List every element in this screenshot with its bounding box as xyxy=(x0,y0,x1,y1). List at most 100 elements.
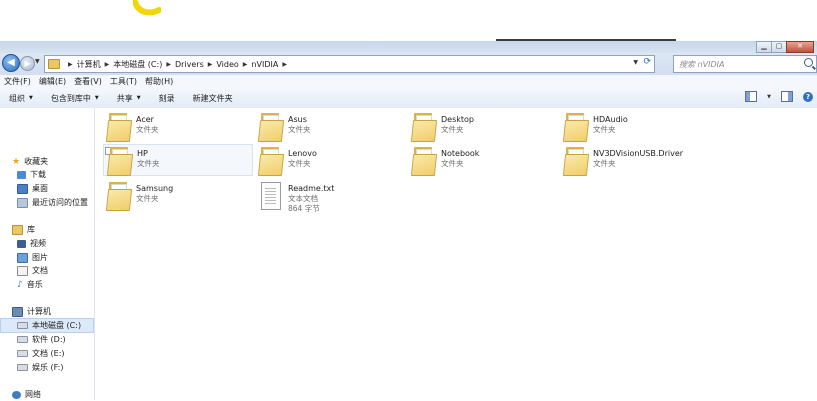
folder-item-nv3dvision[interactable]: NV3DVisionUSB.Driver 文件夹 xyxy=(560,145,708,176)
item-type: 文件夹 xyxy=(288,125,311,134)
organize-button[interactable]: 组织 ▼ xyxy=(0,93,42,104)
folder-icon xyxy=(48,59,60,69)
maximize-button[interactable]: ▢ xyxy=(771,41,787,53)
item-name: HP xyxy=(137,149,148,158)
minimize-button[interactable]: ▁ xyxy=(756,41,772,53)
yellow-scribble xyxy=(133,0,161,16)
search-input[interactable]: 搜索 nVIDIA xyxy=(673,55,817,73)
forward-arrow-icon[interactable]: ▶ xyxy=(20,56,35,71)
folder-item-hdaudio[interactable]: HDAudio 文件夹 xyxy=(560,111,708,142)
menu-bar: 文件(F) 编辑(E) 查看(V) 工具(T) 帮助(H) xyxy=(0,75,817,89)
folder-item-samsung[interactable]: Samsung 文件夹 xyxy=(103,180,251,211)
address-row: ◀ ▶ ▼ ▶ 计算机 ▶ 本地磁盘 (C:) ▶ Drivers ▶ Video ▶ … xyxy=(0,53,817,75)
folder-item-lenovo[interactable]: Lenovo 文件夹 xyxy=(255,145,403,176)
recent-places-icon xyxy=(17,197,28,208)
item-name: Notebook xyxy=(441,149,480,158)
download-icon xyxy=(17,170,26,179)
page-background xyxy=(0,0,817,40)
nav-documents[interactable]: 文档 xyxy=(17,264,48,277)
nav-music[interactable]: ♪ 音乐 xyxy=(17,278,43,291)
drive-icon xyxy=(17,336,28,343)
menu-view[interactable]: 查看(V) xyxy=(70,76,106,87)
address-bar[interactable]: ▶ 计算机 ▶ 本地磁盘 (C:) ▶ Drivers ▶ Video ▶ nVIDIA… xyxy=(44,55,655,73)
nav-drive-d[interactable]: 软件 (D:) xyxy=(17,333,66,346)
item-type: 文件夹 xyxy=(288,159,311,168)
folder-item-desktop[interactable]: Desktop 文件夹 xyxy=(408,111,556,142)
search-icon[interactable] xyxy=(804,58,813,67)
network-icon xyxy=(12,390,21,399)
close-button[interactable]: ✕ xyxy=(786,41,814,53)
folder-icon xyxy=(410,145,438,176)
desktop-icon xyxy=(17,183,28,194)
breadcrumb-drive-c[interactable]: 本地磁盘 (C:) ▶ xyxy=(113,59,171,70)
folder-icon xyxy=(257,111,285,142)
view-dropdown-icon[interactable]: ▼ xyxy=(767,94,771,100)
item-type: 文件夹 xyxy=(441,125,464,134)
new-folder-button[interactable]: 新建文件夹 xyxy=(184,93,242,104)
folder-item-asus[interactable]: Asus 文件夹 xyxy=(255,111,403,142)
nav-desktop[interactable]: 桌面 xyxy=(17,182,48,195)
video-icon xyxy=(17,239,26,248)
nav-favorites[interactable]: ★ 收藏夹 xyxy=(12,155,48,168)
nav-downloads[interactable]: 下载 xyxy=(17,168,46,181)
back-arrow-icon[interactable]: ◀ xyxy=(2,54,20,72)
nav-libraries[interactable]: 库 xyxy=(12,223,35,236)
drive-icon xyxy=(17,364,28,371)
chevron-down-icon: ▼ xyxy=(94,95,99,101)
nav-computer[interactable]: 计算机 xyxy=(12,305,51,318)
menu-help[interactable]: 帮助(H) xyxy=(141,76,177,87)
breadcrumb-drivers[interactable]: Drivers ▶ xyxy=(175,60,212,69)
item-type: 文件夹 xyxy=(593,159,616,168)
nav-drive-f[interactable]: 娱乐 (F:) xyxy=(17,361,63,374)
breadcrumb-computer[interactable]: 计算机 ▶ xyxy=(77,59,110,70)
file-item-readme[interactable]: Readme.txt 文本文档 864 字节 xyxy=(255,180,403,220)
breadcrumb-video[interactable]: Video ▶ xyxy=(216,60,247,69)
breadcrumb-root-arrow[interactable]: ▶ xyxy=(64,61,73,68)
nav-network[interactable]: 网络 xyxy=(12,388,41,401)
drive-icon xyxy=(17,322,28,329)
item-type: 文本文档 xyxy=(288,194,318,203)
folder-icon xyxy=(562,111,590,142)
include-library-button[interactable]: 包含到库中 ▼ xyxy=(42,93,108,104)
change-view-icon[interactable] xyxy=(745,91,758,102)
refresh-icon[interactable]: ⟳ xyxy=(643,57,651,67)
menu-edit[interactable]: 编辑(E) xyxy=(35,76,70,87)
address-dropdown[interactable]: ▼ xyxy=(633,59,638,66)
computer-icon xyxy=(12,306,23,317)
burn-button[interactable]: 刻录 xyxy=(150,93,184,104)
folder-icon xyxy=(106,145,134,176)
item-name: Lenovo xyxy=(288,149,317,158)
folder-icon xyxy=(105,111,133,142)
explorer-window: ▁ ▢ ✕ ◀ ▶ ▼ ▶ 计算机 ▶ 本地磁盘 (C:) ▶ Drivers ▶ V… xyxy=(0,41,817,400)
folder-icon xyxy=(257,145,285,176)
breadcrumb-nvidia[interactable]: nVIDIA ▶ xyxy=(251,60,287,69)
file-list: Acer 文件夹 Asus 文件夹 Desktop 文件夹 HDAudio 文件夹 HP… xyxy=(95,108,817,400)
search-placeholder: 搜索 nVIDIA xyxy=(679,60,725,69)
item-type: 文件夹 xyxy=(136,194,159,203)
menu-tools[interactable]: 工具(T) xyxy=(106,76,141,87)
nav-drive-c[interactable]: 本地磁盘 (C:) xyxy=(0,318,94,333)
share-button[interactable]: 共享 ▼ xyxy=(108,93,150,104)
folder-icon xyxy=(410,111,438,142)
folder-item-hp[interactable]: HP 文件夹 xyxy=(103,144,253,176)
title-bar[interactable]: ▁ ▢ ✕ xyxy=(0,41,817,53)
folder-item-acer[interactable]: Acer 文件夹 xyxy=(103,111,251,142)
nav-videos[interactable]: 视频 xyxy=(17,237,46,250)
item-type: 文件夹 xyxy=(593,125,616,134)
nav-recent[interactable]: 最近访问的位置 xyxy=(17,196,88,209)
item-type: 文件夹 xyxy=(136,125,159,134)
nav-drive-e[interactable]: 文档 (E:) xyxy=(17,347,65,360)
item-name: Asus xyxy=(288,115,307,124)
picture-icon xyxy=(17,252,28,263)
folder-icon xyxy=(562,145,590,176)
item-name: Samsung xyxy=(136,184,174,193)
folder-item-notebook[interactable]: Notebook 文件夹 xyxy=(408,145,556,176)
menu-file[interactable]: 文件(F) xyxy=(0,76,35,87)
help-icon[interactable]: ? xyxy=(803,91,813,102)
nav-pictures[interactable]: 图片 xyxy=(17,251,48,264)
preview-pane-icon[interactable] xyxy=(781,91,793,102)
folder-icon xyxy=(105,180,133,211)
item-size: 864 字节 xyxy=(288,204,320,213)
recent-pages-dropdown[interactable]: ▼ xyxy=(35,58,40,65)
item-type: 文件夹 xyxy=(137,159,160,168)
